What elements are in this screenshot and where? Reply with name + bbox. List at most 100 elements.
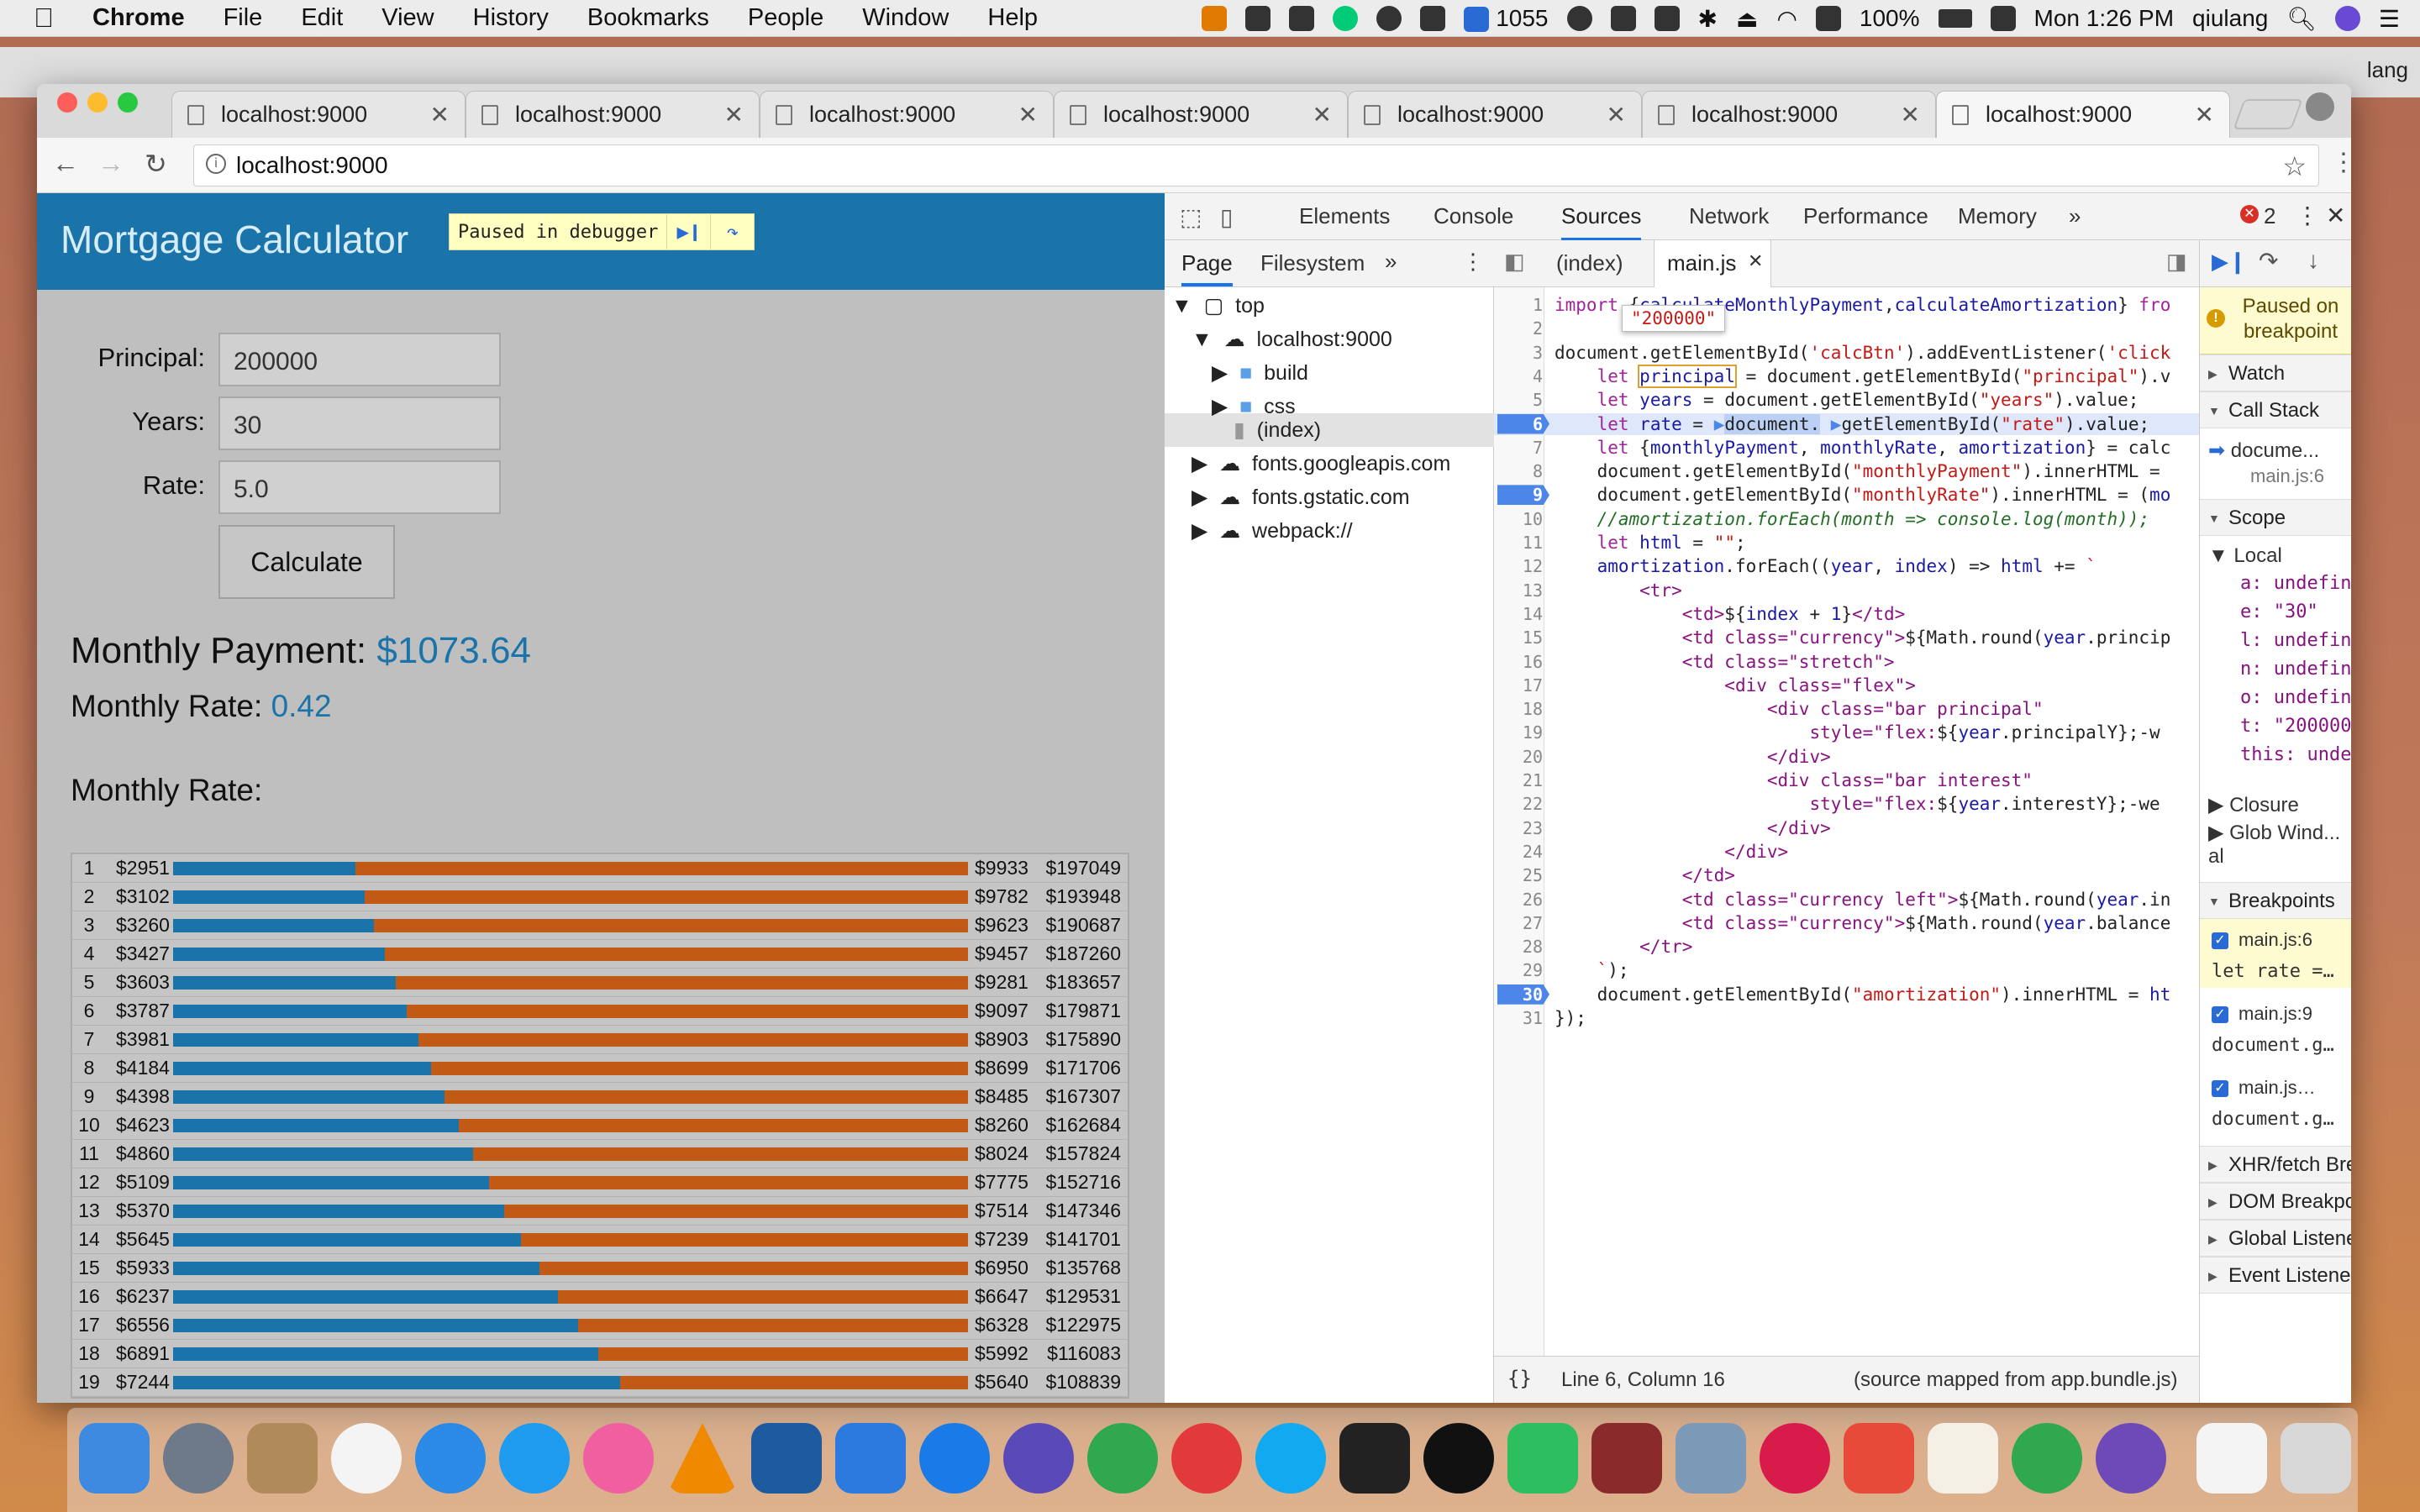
spotlight-icon[interactable]: 🔍︎ bbox=[2286, 5, 2317, 33]
editor-tab-index[interactable]: (index) bbox=[1556, 250, 1623, 276]
editor-tab-main[interactable]: main.js bbox=[1667, 250, 1736, 276]
code-line[interactable]: let {monthlyPayment, monthlyRate, amorti… bbox=[1555, 437, 2171, 459]
step-over-icon[interactable]: ↷ bbox=[710, 213, 754, 250]
line-number[interactable]: 9 bbox=[1494, 484, 1543, 506]
terminal-icon[interactable] bbox=[1339, 1423, 1410, 1494]
skype-status-icon[interactable] bbox=[1566, 6, 1592, 31]
global-listeners-section[interactable]: Global Listene bbox=[2200, 1220, 2351, 1257]
close-tab-icon[interactable]: ✕ bbox=[1018, 101, 1038, 129]
code-line[interactable]: let rate = ▶document. ▶getElementById("r… bbox=[1555, 413, 2149, 435]
zoom-window-button[interactable] bbox=[118, 92, 138, 113]
typora-icon[interactable] bbox=[1928, 1423, 1998, 1494]
code-line[interactable]: document.getElementById("monthlyRate").i… bbox=[1555, 484, 2171, 506]
reload-icon[interactable]: ↻ bbox=[145, 148, 167, 180]
line-number[interactable]: 13 bbox=[1494, 580, 1543, 601]
forward-icon[interactable]: → bbox=[97, 148, 124, 179]
browser-tab[interactable]: localhost:9000 ✕ bbox=[171, 91, 466, 138]
menu-history[interactable]: History bbox=[473, 4, 549, 32]
close-tab-icon[interactable]: ✕ bbox=[1901, 101, 1920, 129]
principal-input[interactable]: 200000 bbox=[218, 333, 501, 386]
code-line[interactable]: document.getElementById("amortization").… bbox=[1555, 984, 2171, 1005]
bookmark-star-icon[interactable]: ☆ bbox=[2282, 150, 2307, 182]
years-input[interactable]: 30 bbox=[218, 396, 501, 450]
tree-item-fonts-gstatic[interactable]: ▶ ☁ fonts.gstatic.com bbox=[1192, 480, 1410, 514]
mail-notification-app-icon[interactable] bbox=[1171, 1423, 1242, 1494]
clock[interactable]: Mon 1:26 PM bbox=[2034, 5, 2175, 32]
app-icon[interactable] bbox=[1844, 1423, 1914, 1494]
code-line[interactable]: amortization.forEach((year, index) => ht… bbox=[1555, 555, 2096, 577]
scope-variable[interactable]: l: undefin bbox=[2240, 630, 2351, 651]
status-icon[interactable] bbox=[1990, 6, 2016, 31]
line-number[interactable]: 4 bbox=[1494, 365, 1543, 387]
photos-icon[interactable] bbox=[331, 1423, 402, 1494]
call-stack-section[interactable]: Call Stack bbox=[2200, 391, 2351, 429]
pretty-print-icon[interactable]: {} bbox=[1507, 1367, 1532, 1390]
line-number[interactable]: 29 bbox=[1494, 959, 1543, 981]
devtools-menu-icon[interactable]: ⋮ bbox=[2296, 202, 2319, 229]
menu-window[interactable]: Window bbox=[862, 4, 949, 32]
line-number[interactable]: 18 bbox=[1494, 698, 1543, 720]
line-number[interactable]: 2 bbox=[1494, 318, 1543, 339]
scope-variable[interactable]: t: "200000 bbox=[2240, 716, 2351, 737]
line-number[interactable]: 30 bbox=[1494, 984, 1543, 1005]
breakpoint-checkbox-icon[interactable]: ✓ bbox=[2212, 1080, 2228, 1098]
code-line[interactable]: </div> bbox=[1555, 841, 1788, 863]
browser-tab[interactable]: localhost:9000 ✕ bbox=[1348, 91, 1642, 138]
breakpoints-section[interactable]: Breakpoints bbox=[2200, 882, 2351, 920]
menu-bookmarks[interactable]: Bookmarks bbox=[587, 4, 709, 32]
menu-edit[interactable]: Edit bbox=[301, 4, 343, 32]
toggle-navigator-icon[interactable]: ◧ bbox=[1504, 249, 1525, 275]
app-icon[interactable] bbox=[1760, 1423, 1830, 1494]
event-listeners-section[interactable]: Event Listene bbox=[2200, 1257, 2351, 1294]
breakpoint-item[interactable]: ✓ main.js:6 bbox=[2212, 929, 2312, 951]
apple-menu-icon[interactable]:  bbox=[34, 3, 54, 34]
status-icon[interactable] bbox=[1289, 6, 1315, 31]
code-line[interactable]: <td class="stretch"> bbox=[1555, 651, 1895, 673]
breakpoint-checkbox-icon[interactable]: ✓ bbox=[2212, 1006, 2228, 1024]
calculate-button[interactable]: Calculate bbox=[218, 525, 395, 599]
tab-elements[interactable]: Elements bbox=[1299, 203, 1390, 229]
code-line[interactable]: let years = document.getElementById("yea… bbox=[1555, 389, 2139, 411]
line-number[interactable]: 28 bbox=[1494, 936, 1543, 958]
vscode-icon[interactable] bbox=[751, 1423, 822, 1494]
chrome-icon[interactable] bbox=[1087, 1423, 1158, 1494]
vlc-icon[interactable] bbox=[667, 1423, 738, 1494]
user-name[interactable]: qiulang bbox=[2192, 5, 2268, 32]
line-number[interactable]: 19 bbox=[1494, 722, 1543, 743]
line-number[interactable]: 14 bbox=[1494, 603, 1543, 625]
breakpoint-item[interactable]: ✓ main.js… bbox=[2212, 1077, 2316, 1099]
code-line[interactable]: <div class="flex"> bbox=[1555, 675, 1916, 696]
resume-icon[interactable]: ▶❙ bbox=[666, 213, 710, 250]
code-line[interactable]: <div class="bar interest" bbox=[1555, 769, 2033, 791]
tree-item-index[interactable]: ▮ (index) bbox=[1234, 413, 1321, 447]
error-count[interactable]: 2 bbox=[2264, 203, 2275, 229]
local-scope[interactable]: ▼ Local bbox=[2208, 544, 2282, 568]
more-tabs-icon[interactable]: » bbox=[2069, 203, 2081, 229]
chrome-menu-icon[interactable]: ⋮ bbox=[2331, 148, 2351, 177]
line-number[interactable]: 3 bbox=[1494, 342, 1543, 364]
browser-tab-active[interactable]: localhost:9000 ✕ bbox=[1936, 91, 2230, 138]
preview-icon[interactable] bbox=[1676, 1423, 1746, 1494]
finder-icon[interactable] bbox=[79, 1423, 150, 1494]
close-window-button[interactable] bbox=[57, 92, 77, 113]
browser-tab[interactable]: localhost:9000 ✕ bbox=[466, 91, 760, 138]
close-devtools-icon[interactable]: ✕ bbox=[2326, 202, 2345, 229]
code-line[interactable]: let html = ""; bbox=[1555, 532, 1746, 554]
tab-sources[interactable]: Sources bbox=[1561, 203, 1642, 241]
battery-percent[interactable]: 100% bbox=[1860, 5, 1920, 32]
line-number[interactable]: 15 bbox=[1494, 627, 1543, 648]
code-line[interactable]: <tr> bbox=[1555, 580, 1682, 601]
tab-filesystem[interactable]: Filesystem bbox=[1260, 250, 1365, 276]
battery-icon[interactable] bbox=[1938, 9, 1972, 28]
close-tab-icon[interactable]: ✕ bbox=[1313, 101, 1332, 129]
word-icon[interactable] bbox=[835, 1423, 906, 1494]
breakpoint-checkbox-icon[interactable]: ✓ bbox=[2212, 932, 2228, 950]
status-icon[interactable] bbox=[1376, 6, 1402, 31]
line-number[interactable]: 1 bbox=[1494, 294, 1543, 316]
call-stack-frame[interactable]: ➡ docume... bbox=[2208, 438, 2319, 463]
line-number[interactable]: 12 bbox=[1494, 555, 1543, 577]
toggle-debugger-icon[interactable]: ◨ bbox=[2166, 249, 2187, 275]
launchpad-icon[interactable] bbox=[163, 1423, 234, 1494]
app-menu[interactable]: Chrome bbox=[92, 4, 185, 32]
step-over-icon[interactable]: ↷ bbox=[2259, 247, 2278, 275]
